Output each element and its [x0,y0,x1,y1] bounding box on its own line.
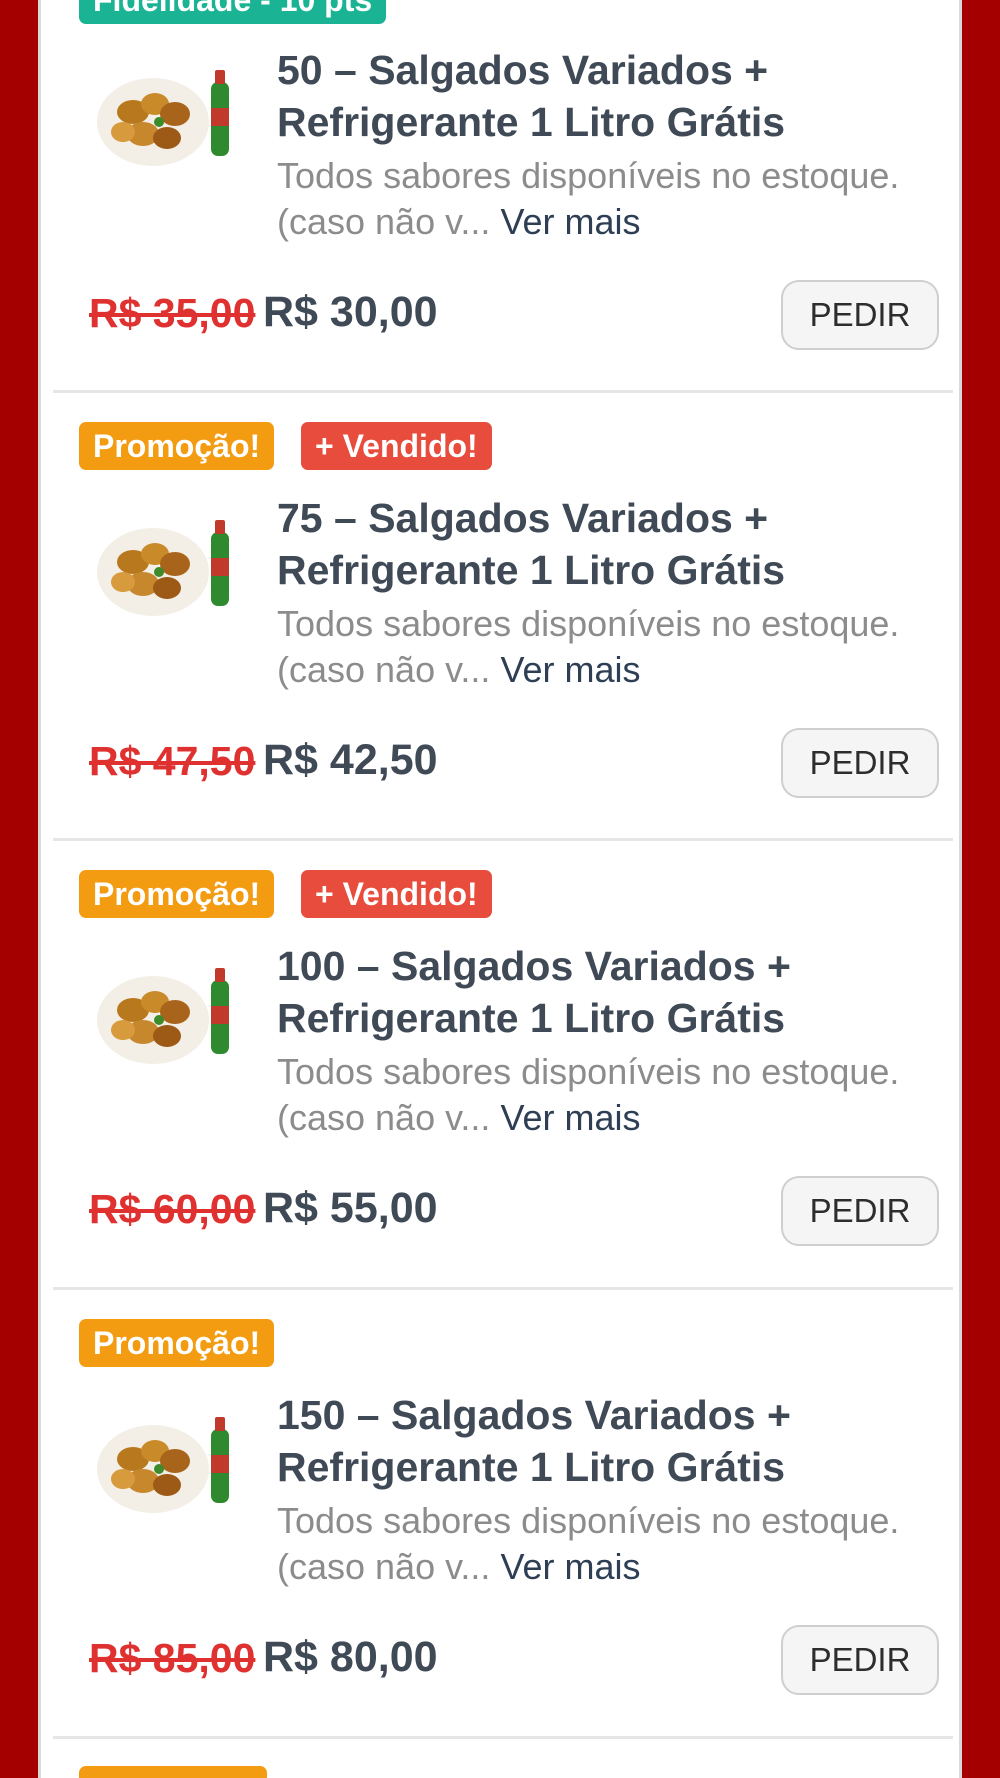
best-seller-badge: + Vendido! [301,870,492,918]
best-seller-badge: + Vendido! [301,422,492,470]
promo-badge: Promoção! [79,1319,275,1367]
see-more-link[interactable]: Ver mais [500,201,640,242]
product-title: 75 – Salgados Variados + Refrigerante 1 … [277,495,786,593]
new-price: R$ 30,00 [263,288,438,336]
divider [53,1736,953,1739]
divider [53,390,953,393]
product-description: Todos sabores disponíveis no estoque. (c… [277,153,917,245]
product-title: 150 – Salgados Variados + Refrigerante 1… [277,1392,791,1490]
product-description: Todos sabores disponíveis no estoque. (c… [277,1049,917,1141]
new-price: R$ 55,00 [263,1184,438,1232]
product-title: 50 – Salgados Variados + Refrigerante 1 … [277,47,786,145]
loyalty-badge: Fidelidade - 10 pts [79,0,387,24]
promo-badge: Promoção! [79,870,275,918]
divider [53,1287,953,1290]
new-price: R$ 80,00 [263,1633,438,1681]
promo-badge [79,1766,267,1778]
order-button[interactable]: PEDIR [781,280,939,350]
product-image [97,70,229,166]
old-price: R$ 35,00 [89,290,256,336]
product-description: Todos sabores disponíveis no estoque. (c… [277,1498,917,1590]
product-image [97,520,229,616]
old-price: R$ 47,50 [89,738,256,784]
old-price: R$ 60,00 [89,1186,256,1232]
product-image [97,1417,229,1513]
product-title: 100 – Salgados Variados + Refrigerante 1… [277,943,791,1041]
product-image [97,968,229,1064]
product-list: Fidelidade - 10 pts 50 – Salgados Variad… [38,0,962,1778]
see-more-link[interactable]: Ver mais [500,649,640,690]
new-price: R$ 42,50 [263,736,438,784]
order-button[interactable]: PEDIR [781,1625,939,1695]
divider [53,838,953,841]
old-price: R$ 85,00 [89,1635,256,1681]
order-button[interactable]: PEDIR [781,728,939,798]
promo-badge: Promoção! [79,422,275,470]
order-button[interactable]: PEDIR [781,1176,939,1246]
see-more-link[interactable]: Ver mais [500,1097,640,1138]
product-description: Todos sabores disponíveis no estoque. (c… [277,601,917,693]
see-more-link[interactable]: Ver mais [500,1546,640,1587]
